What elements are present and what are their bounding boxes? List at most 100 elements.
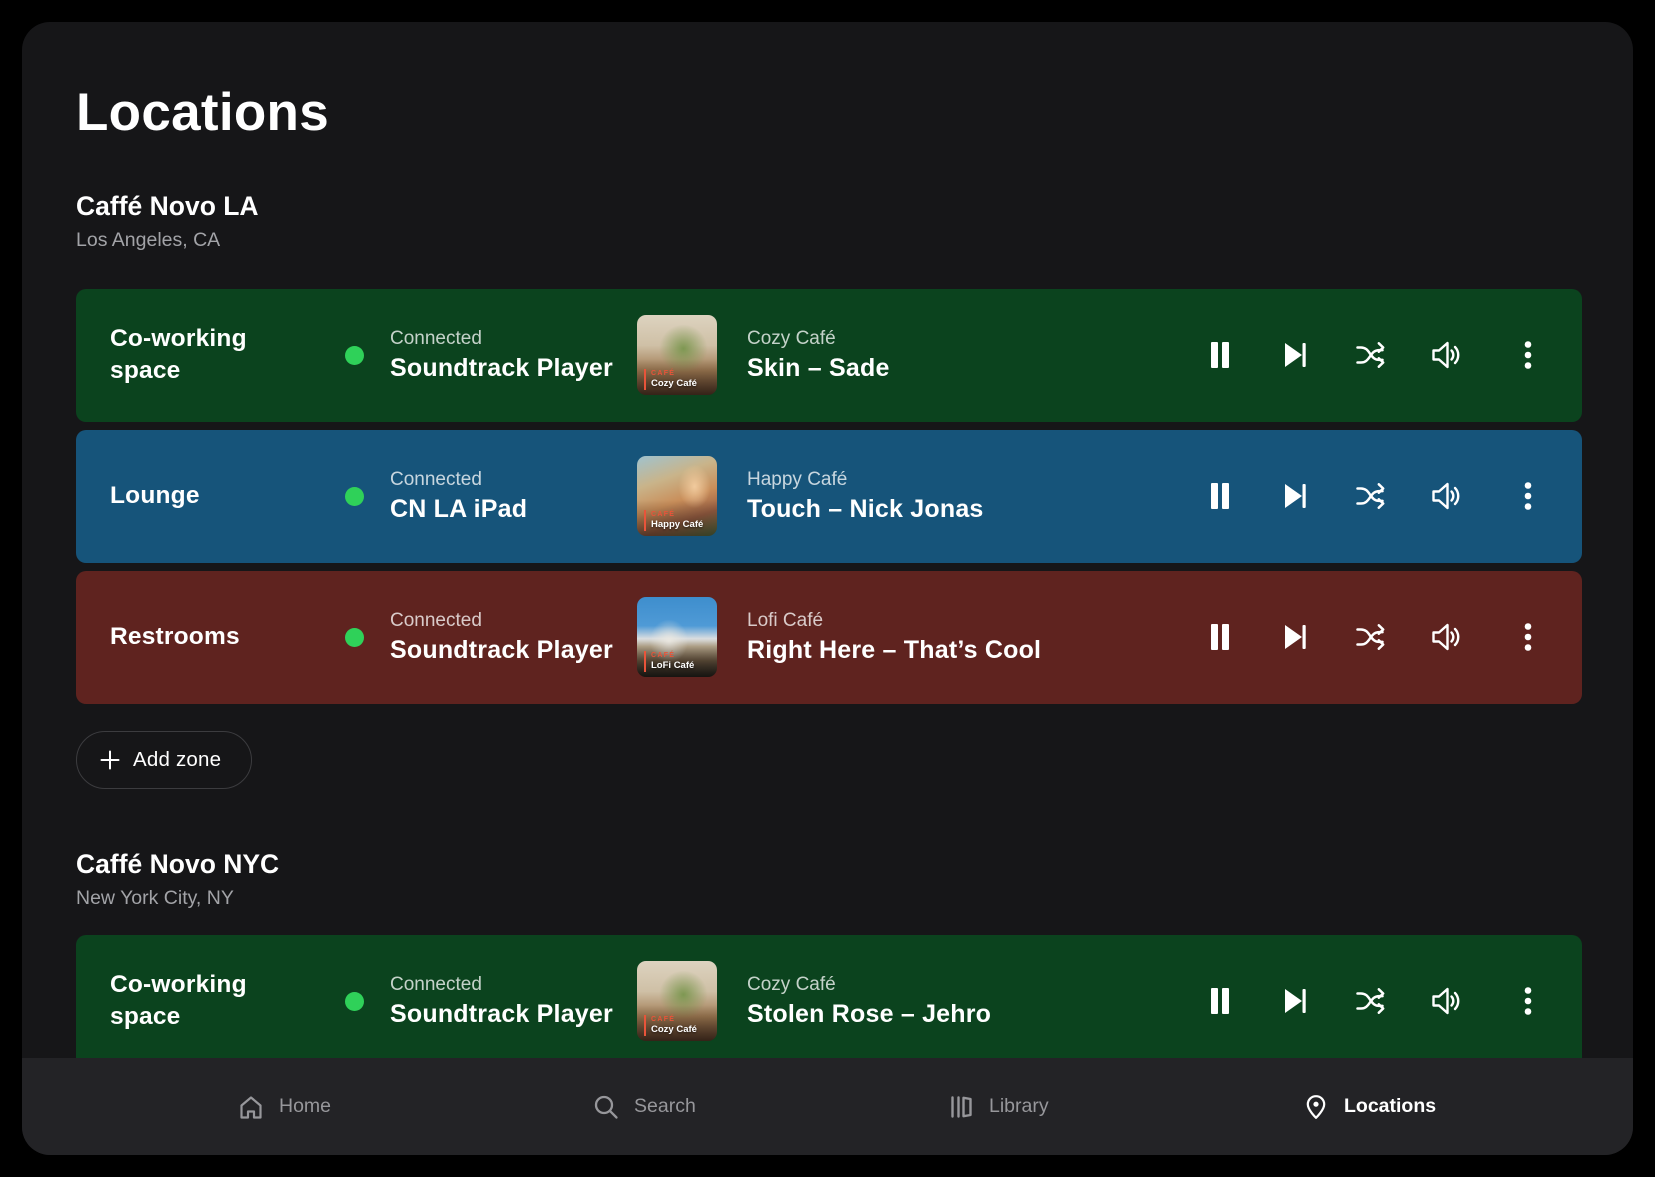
zone-row-restrooms[interactable]: Restrooms Connected Soundtrack Player CA… xyxy=(76,571,1582,704)
album-art-kicker: CAFÉ xyxy=(651,1015,697,1024)
shuffle-button[interactable] xyxy=(1354,480,1386,512)
album-art-label: CAFÉ Happy Café xyxy=(644,510,703,531)
zone-name: Co-working space xyxy=(110,969,324,1034)
skip-next-button[interactable] xyxy=(1279,985,1311,1017)
now-playing-info: Lofi Café Right Here – That’s Cool xyxy=(747,610,1204,665)
kebab-menu-icon xyxy=(1512,480,1544,512)
kebab-menu-icon xyxy=(1512,621,1544,653)
pause-icon xyxy=(1204,621,1236,653)
track-title: Skin – Sade xyxy=(747,354,1204,383)
app-window: Locations Caffé Novo LA Los Angeles, CA … xyxy=(22,22,1633,1155)
status-dot-wrap xyxy=(324,487,384,506)
skip-next-icon xyxy=(1279,339,1311,371)
volume-icon xyxy=(1429,985,1461,1017)
home-icon xyxy=(237,1093,265,1121)
device-info: Connected Soundtrack Player xyxy=(384,974,631,1029)
playlist-album-art[interactable]: CAFÉ LoFi Café xyxy=(637,597,717,677)
pause-button[interactable] xyxy=(1204,621,1236,653)
pause-icon xyxy=(1204,339,1236,371)
zone-row-coworking-space[interactable]: Co-working space Connected Soundtrack Pl… xyxy=(76,289,1582,422)
volume-icon xyxy=(1429,621,1461,653)
now-playing-info: Cozy Café Stolen Rose – Jehro xyxy=(747,974,1204,1029)
nav-label: Locations xyxy=(1344,1095,1436,1118)
add-zone-button[interactable]: Add zone xyxy=(76,731,252,789)
zone-list: Co-working space Connected Soundtrack Pl… xyxy=(76,935,1582,1068)
skip-next-button[interactable] xyxy=(1279,480,1311,512)
pause-icon xyxy=(1204,480,1236,512)
zone-row-lounge[interactable]: Lounge Connected CN LA iPad CAFÉ Happy C… xyxy=(76,430,1582,563)
search-icon xyxy=(592,1093,620,1121)
playlist-name: Cozy Café xyxy=(747,328,1204,350)
skip-next-button[interactable] xyxy=(1279,621,1311,653)
device-name: CN LA iPad xyxy=(390,495,631,524)
pause-button[interactable] xyxy=(1204,985,1236,1017)
volume-button[interactable] xyxy=(1429,480,1461,512)
location-city: Los Angeles, CA xyxy=(76,229,1582,252)
nav-item-search[interactable]: Search xyxy=(592,1093,947,1121)
pause-button[interactable] xyxy=(1204,480,1236,512)
location-section-nyc: Caffé Novo NYC New York City, NY Co-work… xyxy=(76,849,1582,1068)
device-info: Connected CN LA iPad xyxy=(384,469,631,524)
device-name: Soundtrack Player xyxy=(390,636,631,665)
album-art-title: LoFi Café xyxy=(651,660,694,672)
track-title: Stolen Rose – Jehro xyxy=(747,1000,1204,1029)
zone-row-coworking-space-nyc[interactable]: Co-working space Connected Soundtrack Pl… xyxy=(76,935,1582,1068)
playback-controls xyxy=(1204,621,1544,653)
skip-next-icon xyxy=(1279,480,1311,512)
nav-label: Home xyxy=(279,1095,331,1118)
library-icon xyxy=(947,1093,975,1121)
status-dot-wrap xyxy=(324,628,384,647)
device-name: Soundtrack Player xyxy=(390,1000,631,1029)
shuffle-button[interactable] xyxy=(1354,621,1386,653)
skip-next-icon xyxy=(1279,621,1311,653)
zone-name: Co-working space xyxy=(110,323,324,388)
device-info: Connected Soundtrack Player xyxy=(384,610,631,665)
add-zone-label: Add zone xyxy=(133,748,221,772)
volume-button[interactable] xyxy=(1429,339,1461,371)
volume-button[interactable] xyxy=(1429,621,1461,653)
connection-status: Connected xyxy=(390,328,631,350)
zone-name: Lounge xyxy=(110,480,324,512)
bottom-nav: Home Search Library Locations xyxy=(22,1058,1633,1155)
album-art-label: CAFÉ LoFi Café xyxy=(644,651,694,672)
more-options-button[interactable] xyxy=(1512,339,1544,371)
album-art-label: CAFÉ Cozy Café xyxy=(644,369,697,390)
playback-controls xyxy=(1204,480,1544,512)
nav-label: Library xyxy=(989,1095,1049,1118)
pause-button[interactable] xyxy=(1204,339,1236,371)
zone-list: Co-working space Connected Soundtrack Pl… xyxy=(76,289,1582,704)
volume-icon xyxy=(1429,480,1461,512)
track-title: Right Here – That’s Cool xyxy=(747,636,1204,665)
volume-button[interactable] xyxy=(1429,985,1461,1017)
now-playing-info: Cozy Café Skin – Sade xyxy=(747,328,1204,383)
nav-item-library[interactable]: Library xyxy=(947,1093,1302,1121)
more-options-button[interactable] xyxy=(1512,621,1544,653)
playback-controls xyxy=(1204,985,1544,1017)
kebab-menu-icon xyxy=(1512,985,1544,1017)
playlist-album-art[interactable]: CAFÉ Cozy Café xyxy=(637,961,717,1041)
more-options-button[interactable] xyxy=(1512,985,1544,1017)
playlist-name: Happy Café xyxy=(747,469,1204,491)
shuffle-button[interactable] xyxy=(1354,339,1386,371)
plus-icon xyxy=(99,749,121,771)
album-art-title: Cozy Café xyxy=(651,1024,697,1036)
shuffle-button[interactable] xyxy=(1354,985,1386,1017)
location-city: New York City, NY xyxy=(76,887,1582,910)
playlist-name: Cozy Café xyxy=(747,974,1204,996)
playlist-album-art[interactable]: CAFÉ Cozy Café xyxy=(637,315,717,395)
zone-name: Restrooms xyxy=(110,621,324,653)
location-pin-icon xyxy=(1302,1093,1330,1121)
status-dot-wrap xyxy=(324,346,384,365)
more-options-button[interactable] xyxy=(1512,480,1544,512)
location-name: Caffé Novo NYC xyxy=(76,849,1582,881)
playlist-album-art[interactable]: CAFÉ Happy Café xyxy=(637,456,717,536)
now-playing-info: Happy Café Touch – Nick Jonas xyxy=(747,469,1204,524)
page-title: Locations xyxy=(76,86,1582,139)
connection-status: Connected xyxy=(390,469,631,491)
connected-status-dot xyxy=(345,992,364,1011)
nav-item-home[interactable]: Home xyxy=(237,1093,592,1121)
skip-next-button[interactable] xyxy=(1279,339,1311,371)
location-section-la: Caffé Novo LA Los Angeles, CA Co-working… xyxy=(76,191,1582,789)
album-art-label: CAFÉ Cozy Café xyxy=(644,1015,697,1036)
nav-item-locations[interactable]: Locations xyxy=(1302,1093,1633,1121)
